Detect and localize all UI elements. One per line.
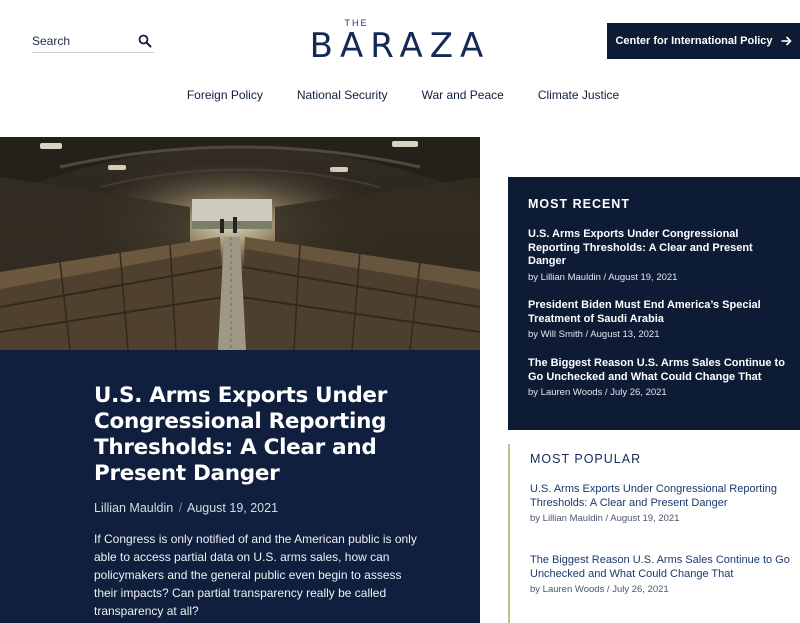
most-recent-item-title[interactable]: U.S. Arms Exports Under Congressional Re… [528, 228, 790, 269]
featured-article-text: U.S. Arms Exports Under Congressional Re… [94, 383, 434, 620]
featured-article-title[interactable]: U.S. Arms Exports Under Congressional Re… [94, 383, 434, 487]
main-nav: Foreign Policy National Security War and… [0, 88, 800, 102]
featured-article-summary: If Congress is only notified of and the … [94, 532, 417, 618]
most-recent-item-title[interactable]: President Biden Must End America’s Speci… [528, 299, 790, 326]
most-popular-panel: MOST POPULAR U.S. Arms Exports Under Con… [508, 444, 800, 623]
arrow-right-icon [781, 36, 792, 46]
nav-item-national-security[interactable]: National Security [297, 88, 388, 102]
most-recent-item-title[interactable]: The Biggest Reason U.S. Arms Sales Conti… [528, 357, 790, 384]
featured-article-image[interactable] [0, 137, 480, 350]
cta-label: Center for International Policy [615, 35, 773, 47]
logo-wordmark[interactable]: BARAZA [310, 29, 491, 63]
search-box[interactable] [32, 32, 154, 53]
nav-item-climate-justice[interactable]: Climate Justice [538, 88, 619, 102]
most-popular-item-meta: by Lauren Woods / July 26, 2021 [530, 584, 669, 595]
search-input[interactable] [32, 32, 132, 50]
most-recent-item-meta: by Lillian Mauldin / August 19, 2021 [528, 271, 678, 283]
most-popular-heading: MOST POPULAR [530, 452, 642, 466]
most-popular-item-title[interactable]: U.S. Arms Exports Under Congressional Re… [530, 483, 792, 510]
featured-article-date: August 19, 2021 [186, 501, 279, 515]
featured-article-author[interactable]: Lillian Mauldin [94, 501, 173, 515]
featured-article: U.S. Arms Exports Under Congressional Re… [0, 137, 480, 623]
list-item: The Biggest Reason U.S. Arms Sales Conti… [530, 554, 792, 595]
most-popular-item-meta: by Lillian Mauldin / August 19, 2021 [530, 513, 680, 524]
byline-separator: / [178, 501, 183, 515]
aircraft-cargo-hold-image [0, 137, 480, 350]
search-icon[interactable] [138, 34, 152, 48]
most-recent-heading: MOST RECENT [528, 197, 630, 211]
list-item: President Biden Must End America’s Speci… [528, 299, 790, 340]
most-recent-item-meta: by Will Smith / August 13, 2021 [528, 329, 660, 340]
list-item: The Biggest Reason U.S. Arms Sales Conti… [528, 357, 790, 398]
nav-item-war-and-peace[interactable]: War and Peace [422, 88, 504, 102]
most-recent-item-meta: by Lauren Woods / July 26, 2021 [528, 387, 667, 398]
most-recent-panel: MOST RECENT U.S. Arms Exports Under Cong… [508, 177, 800, 430]
center-for-international-policy-button[interactable]: Center for International Policy [607, 23, 800, 59]
nav-item-foreign-policy[interactable]: Foreign Policy [187, 88, 263, 102]
list-item: U.S. Arms Exports Under Congressional Re… [528, 228, 790, 283]
most-popular-item-title[interactable]: The Biggest Reason U.S. Arms Sales Conti… [530, 554, 792, 581]
featured-article-byline: Lillian Mauldin / August 19, 2021 [94, 501, 434, 515]
list-item: U.S. Arms Exports Under Congressional Re… [530, 483, 792, 524]
